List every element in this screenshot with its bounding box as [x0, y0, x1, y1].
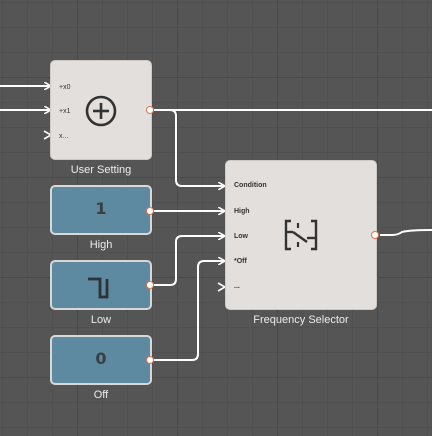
- port-label-x1: +x1: [59, 108, 71, 115]
- wire-selector-out: [380, 229, 432, 236]
- selector-output-port[interactable]: [371, 231, 379, 239]
- port-label-low: Low: [234, 233, 248, 240]
- port-label-off: *Off: [234, 258, 247, 265]
- low-caption: Low: [90, 314, 112, 326]
- circled-plus-icon: [85, 95, 117, 127]
- user-setting-node[interactable]: +x0 +x1 x...: [50, 60, 152, 160]
- port-label-more: ...: [234, 283, 240, 290]
- port-label-x-more: x...: [59, 133, 69, 140]
- off-caption: Off: [93, 389, 109, 401]
- high-value: 1: [95, 199, 107, 218]
- low-wave-node[interactable]: [50, 260, 152, 310]
- off-value: 0: [95, 349, 107, 368]
- low-output-port[interactable]: [146, 281, 154, 289]
- frequency-selector-node[interactable]: Condition High Low *Off ...: [225, 160, 377, 310]
- port-label-x0: +x0: [59, 84, 71, 91]
- high-caption: High: [89, 239, 113, 251]
- selector-caption: Frequency Selector: [253, 314, 349, 326]
- port-label-condition: Condition: [234, 182, 267, 189]
- high-output-port[interactable]: [146, 207, 154, 215]
- off-value-node[interactable]: 0: [50, 335, 152, 385]
- user-setting-output-port[interactable]: [146, 106, 154, 114]
- user-setting-caption: User Setting: [70, 164, 132, 176]
- switch-icon: [284, 219, 318, 251]
- high-value-node[interactable]: 1: [50, 185, 152, 235]
- port-arrow-more: [217, 282, 227, 292]
- off-output-port[interactable]: [146, 356, 154, 364]
- port-label-high: High: [234, 208, 250, 215]
- wire-user-to-condition: [154, 109, 224, 186]
- square-wave-icon: [88, 277, 109, 299]
- wire-off: [154, 261, 224, 361]
